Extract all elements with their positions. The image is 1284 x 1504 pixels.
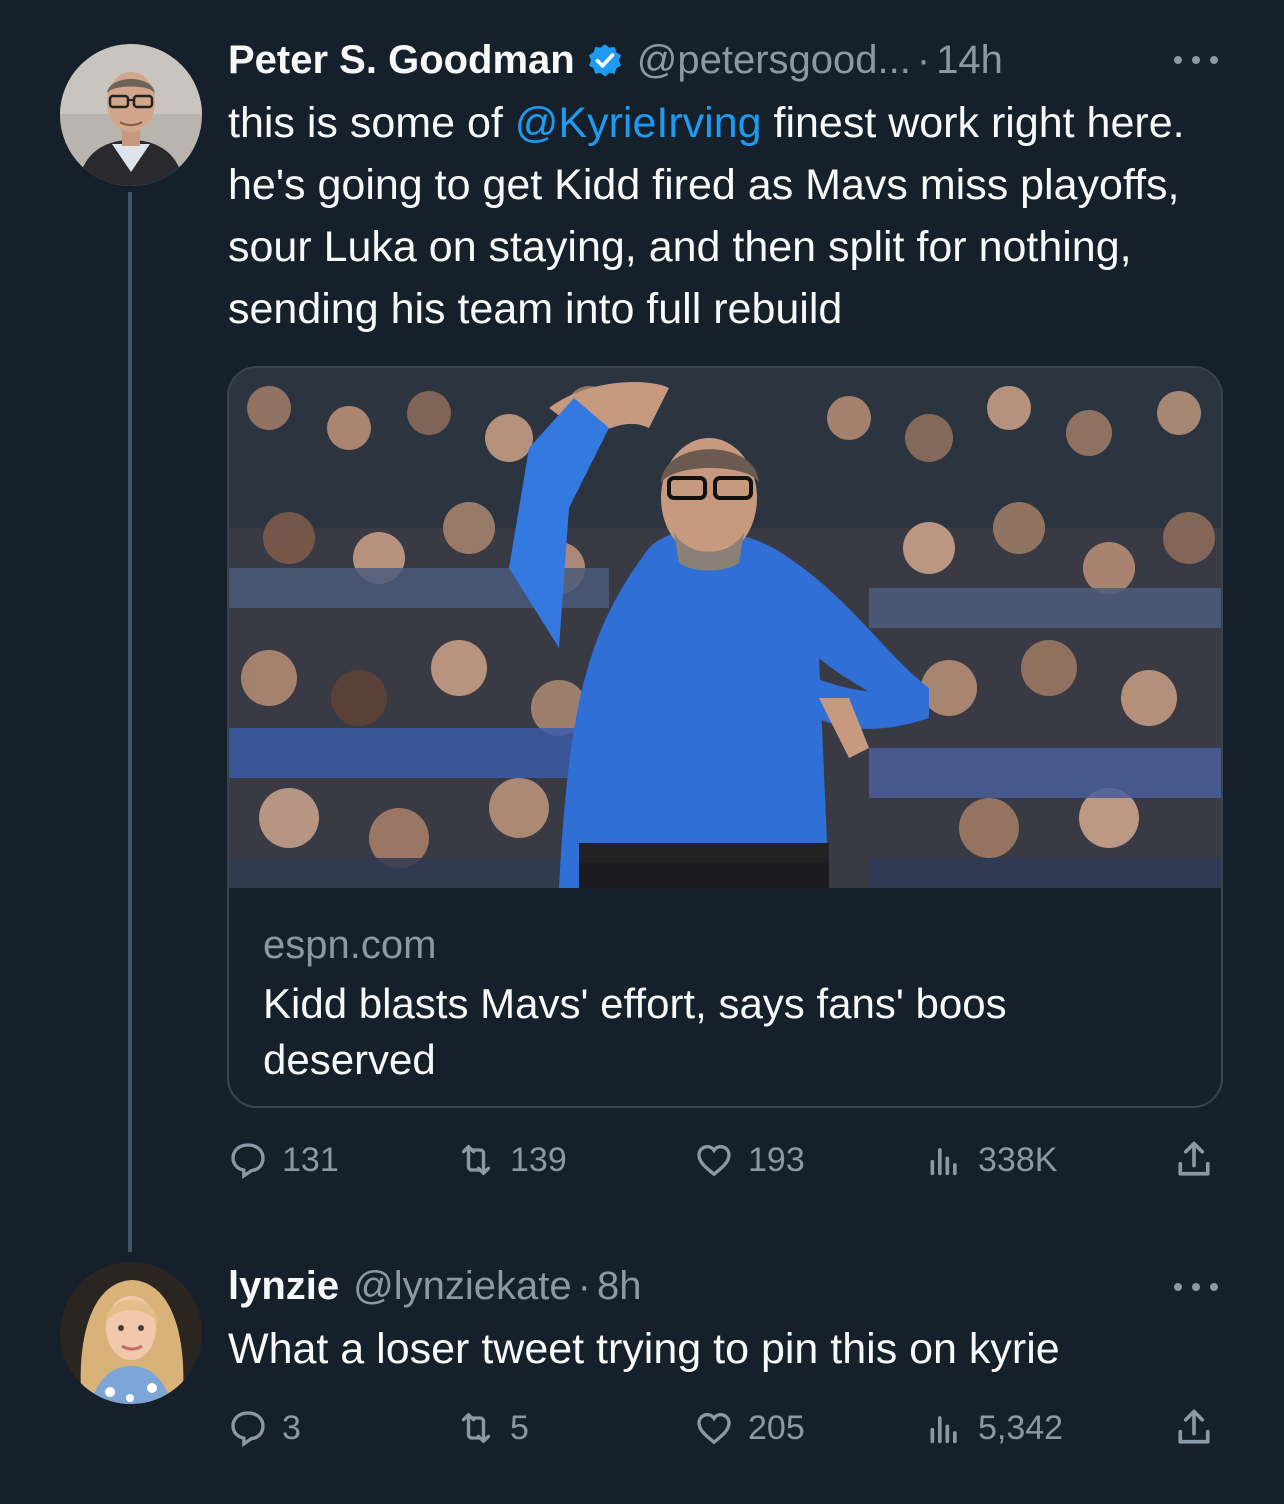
heart-icon (697, 1144, 731, 1177)
heart-icon (697, 1412, 731, 1445)
views-icon (930, 1416, 957, 1444)
mention-link[interactable]: @KyrieIrving (515, 99, 762, 147)
reply-count: 3 (282, 1408, 301, 1447)
views-button[interactable]: 338K (924, 1135, 1057, 1185)
author-handle[interactable]: @petersgood... (637, 38, 911, 83)
views-icon (930, 1148, 957, 1176)
tweet-text: What a loser tweet trying to pin this on… (228, 1325, 1060, 1373)
retweet-count: 5 (510, 1408, 529, 1447)
author-name[interactable]: Peter S. Goodman (228, 38, 575, 83)
reply-button[interactable]: 3 (228, 1403, 301, 1453)
author-name[interactable]: lynzie (228, 1264, 339, 1309)
avatar-peter-goodman[interactable] (60, 44, 202, 186)
tweet-text-before: this is some of (228, 99, 515, 147)
views-count: 5,342 (978, 1408, 1064, 1447)
like-count: 193 (748, 1140, 805, 1179)
reply-icon (231, 1411, 265, 1447)
like-count: 205 (748, 1408, 805, 1447)
separator-dot: · (577, 1263, 591, 1308)
reply-icon (231, 1143, 265, 1179)
retweet-count: 139 (510, 1140, 567, 1179)
avatar-lynzie[interactable] (60, 1262, 202, 1404)
retweet-icon (461, 1413, 491, 1443)
share-icon[interactable] (1172, 1138, 1216, 1182)
tweet-text: this is some of @KyrieIrving finest work… (228, 92, 1228, 340)
tweet-lynzie[interactable]: lynzie @lynziekate · 8h What a loser twe… (0, 1250, 1284, 1490)
card-image[interactable] (229, 368, 1223, 888)
views-button[interactable]: 5,342 (924, 1403, 1063, 1453)
views-count: 338K (978, 1140, 1058, 1179)
more-icon[interactable] (1174, 1277, 1218, 1297)
tweet-header: lynzie @lynziekate · 8h (228, 1256, 641, 1316)
like-button[interactable]: 193 (694, 1135, 805, 1185)
reply-count: 131 (282, 1140, 339, 1179)
tweet-peter-goodman[interactable]: Peter S. Goodman @petersgood... · 14h th… (0, 0, 1284, 1252)
tweet-timestamp[interactable]: 8h (597, 1264, 642, 1309)
tweet-header: Peter S. Goodman @petersgood... · 14h (228, 30, 1003, 90)
tweet-actions: 131 139 193 338K (228, 1135, 1228, 1185)
tweet-actions: 3 5 205 5,342 (228, 1403, 1228, 1453)
more-icon[interactable] (1174, 50, 1218, 70)
tweet-timestamp[interactable]: 14h (936, 38, 1003, 83)
card-meta: espn.com Kidd blasts Mavs' effort, says … (263, 918, 1183, 1088)
author-handle[interactable]: @lynziekate (353, 1264, 571, 1309)
link-card[interactable]: espn.com Kidd blasts Mavs' effort, says … (227, 366, 1223, 1108)
reply-button[interactable]: 131 (228, 1135, 339, 1185)
card-domain: espn.com (263, 923, 437, 967)
verified-badge-icon (588, 44, 621, 77)
retweet-icon (461, 1145, 491, 1175)
card-title[interactable]: Kidd blasts Mavs' effort, says fans' boo… (263, 976, 1183, 1088)
separator-dot: · (916, 37, 931, 82)
retweet-button[interactable]: 5 (456, 1403, 529, 1453)
retweet-button[interactable]: 139 (456, 1135, 567, 1185)
thread-connector-line (128, 192, 132, 1252)
share-icon[interactable] (1172, 1406, 1216, 1450)
like-button[interactable]: 205 (694, 1403, 805, 1453)
